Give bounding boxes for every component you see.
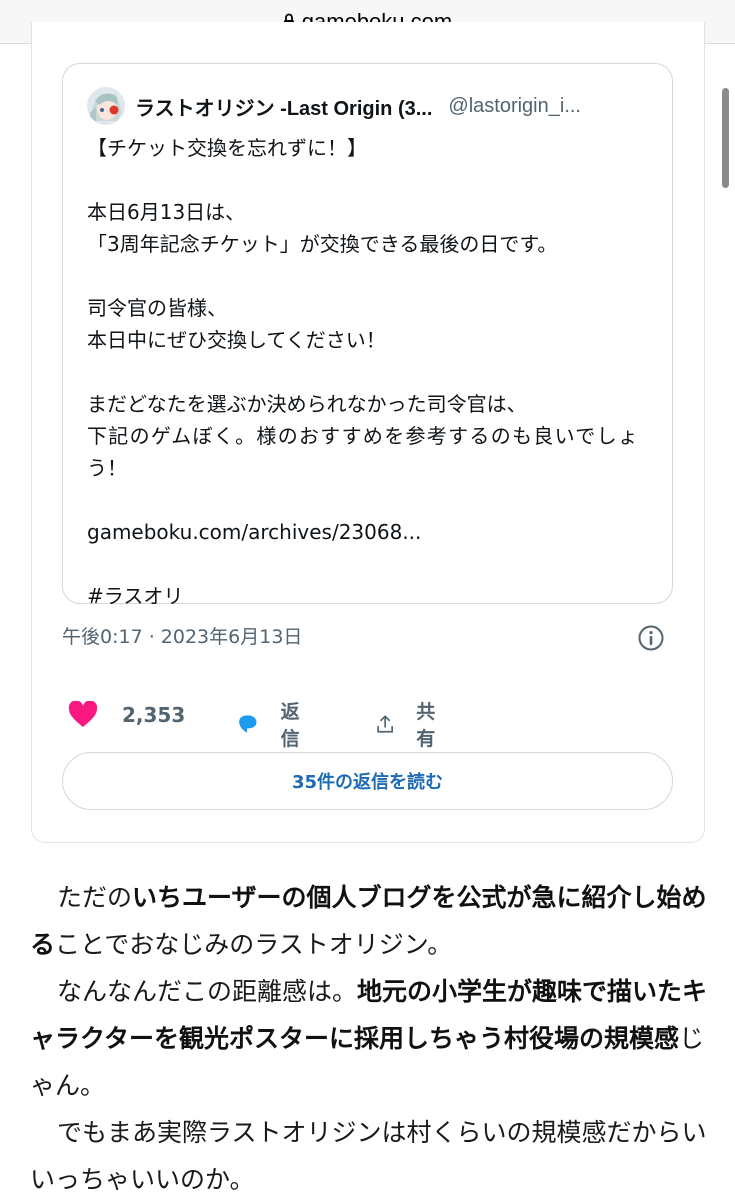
read-replies-button[interactable]: 35件の返信を読む [62,752,673,810]
tweet-line: 下記のゲムぼく。様のおすすめを参考するのも良いでしょ [87,424,640,448]
quoted-tweet-header: ラストオリジン -Last Origin (3... @lastorigin_i… [87,86,648,126]
article-paragraph: ただのいちユーザーの個人ブログを公式が急に紹介し始めることでおなじみのラストオリ… [30,874,710,968]
article-paragraph: なんなんだこの距離感は。地元の小学生が趣味で描いたキャラクターを観光ポスターに採… [30,968,710,1109]
hashtag[interactable]: #ラスオリ [87,580,652,612]
tweet-line: 【チケット交換を忘れずに！】 [87,136,367,160]
avatar[interactable] [87,87,125,125]
tweet-text: 【チケット交換を忘れずに！】 本日6月13日は、 「3周年記念チケット」が交換で… [87,132,652,612]
article-body: ただのいちユーザーの個人ブログを公式が急に紹介し始めることでおなじみのラストオリ… [30,874,710,1203]
tweet-line [87,164,652,196]
quoted-tweet[interactable]: ラストオリジン -Last Origin (3... @lastorigin_i… [62,63,673,608]
tweet-link[interactable]: gameboku.com/archives/23068... [87,516,652,548]
reply-button[interactable]: 返信 [237,697,308,751]
tweet-line [87,356,652,388]
heart-icon [68,701,98,727]
reply-bubble-icon [239,715,257,733]
article-text: なんなんだこの距離感は。 [57,977,358,1006]
like-button[interactable]: 2,353 [68,701,185,729]
author-name[interactable]: ラストオリジン -Last Origin (3... [135,92,432,121]
share-label: 共有 [416,701,436,750]
tweet-timestamp[interactable]: 午後0:17 · 2023年6月13日 [62,622,302,649]
share-icon [377,715,394,733]
tweet-line [87,260,652,292]
article-paragraph: でもまあ実際ラストオリジンは村くらいの規模感だからいいっちゃいいのか。 [30,1118,707,1194]
tweet-line [87,548,652,580]
tweet-line: まだどなたを選ぶか決められなかった司令官は、 [87,392,527,416]
page-scrollbar[interactable] [722,88,729,188]
tweet-actions: 2,353 返信 共有 [68,697,435,750]
article-text: ことでおなじみのラストオリジン。 [55,930,453,959]
author-handle[interactable]: @lastorigin_i... [448,95,581,118]
tweet-line: 「3周年記念チケット」が交換できる最後の日です。 [87,232,558,256]
info-icon[interactable] [637,624,665,652]
tweet-line [87,484,652,516]
reply-label: 返信 [280,701,300,750]
like-count: 2,353 [122,703,186,727]
tweet-line: 本日6月13日は、 [87,200,246,224]
tweet-line: 本日中にぜひ交換してください！ [87,328,386,352]
tweet-line: 司令官の皆様、 [87,296,227,320]
article-text: ただの [57,883,133,912]
avatar-image [87,87,125,125]
tweet-line: う！ [87,456,127,480]
share-button[interactable]: 共有 [376,697,443,751]
